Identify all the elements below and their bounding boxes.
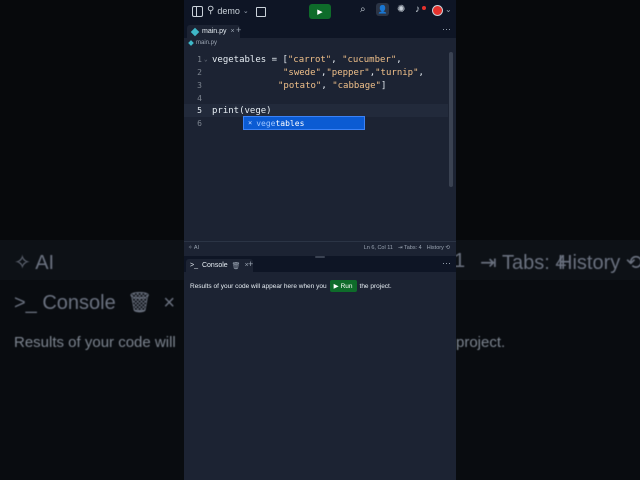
console-tabs: >_ Console 🗑 × + ⋯ xyxy=(184,258,456,272)
breadcrumb-file[interactable]: main.py xyxy=(196,40,217,46)
console-message-after: the project. xyxy=(359,282,392,290)
project-name: demo xyxy=(217,5,240,16)
tab-icon: ⇥ xyxy=(397,245,403,251)
code-text: vegetables = ["carrot", "cucumber", xyxy=(212,54,402,65)
code-text: print(vege) xyxy=(212,105,272,116)
extensions-icon[interactable]: ✺ xyxy=(397,4,405,15)
add-pane-button[interactable]: + xyxy=(248,259,253,269)
top-bar: ⚲ demo ⌄ ▶ ⌕ 👤 ✺ ♪ ⌄ xyxy=(184,0,456,24)
project-switcher[interactable]: ⚲ demo ⌄ xyxy=(207,5,249,16)
add-tab-button[interactable]: + xyxy=(236,25,241,35)
trash-icon[interactable]: 🗑 xyxy=(232,262,241,270)
line-number: 2 xyxy=(197,68,202,77)
bell-icon[interactable]: ♪ xyxy=(415,4,420,15)
code-line: 3 "potato", "cabbage"] xyxy=(184,79,448,92)
fold-chevron-icon[interactable]: ⌄ xyxy=(204,56,208,63)
bg-tabs-label: ⇥ Tabs: 4 xyxy=(480,252,567,274)
bg-ai-label: ✧ AI xyxy=(14,252,55,274)
bg-message-right: project. xyxy=(456,334,506,351)
avatar[interactable] xyxy=(432,5,443,16)
code-editor[interactable]: 1 ⌄ vegetables = ["carrot", "cucumber", … xyxy=(184,52,456,240)
more-icon[interactable]: ⋯ xyxy=(442,258,451,269)
line-number: 4 xyxy=(197,94,202,103)
chevron-down-icon: ⌄ xyxy=(242,7,249,15)
bg-console-label: >_ Console 🗑 × + xyxy=(14,292,204,314)
run-button[interactable]: ▶ xyxy=(309,4,331,19)
indent-setting[interactable]: ⇥ Tabs: 4 xyxy=(398,245,422,251)
bg-message-left: Results of your code will xyxy=(14,334,176,351)
play-icon: ▶ xyxy=(333,283,339,290)
editor-scrollbar[interactable] xyxy=(449,52,453,187)
file-tabs: main.py × + ⋯ xyxy=(184,24,456,38)
search-icon[interactable]: ⌕ xyxy=(360,4,366,15)
console-message-before: Results of your code will appear here wh… xyxy=(190,282,327,290)
status-bar: ✧ AI Ln 6, Col 11 ⇥ Tabs: 4 History ⟲ xyxy=(184,241,456,256)
sidebar-toggle-icon[interactable] xyxy=(192,6,203,17)
notification-dot xyxy=(422,6,426,10)
console-placeholder: Results of your code will appear here wh… xyxy=(190,280,392,292)
inline-run-button[interactable]: ▶ Run xyxy=(329,280,357,292)
code-text: "swede","pepper","turnip", xyxy=(283,67,424,78)
code-text: "potato", "cabbage"] xyxy=(278,80,387,91)
bg-history-label: History ⟲ xyxy=(558,252,640,274)
console-output[interactable]: Results of your code will appear here wh… xyxy=(184,272,456,480)
tab-main-py[interactable]: main.py × xyxy=(187,25,240,38)
terminal-icon: >_ xyxy=(190,262,198,269)
code-line: 1 ⌄ vegetables = ["carrot", "cucumber", xyxy=(184,53,448,66)
cursor-position[interactable]: Ln 6, Col 11 xyxy=(364,245,393,251)
history-button[interactable]: History ⟲ xyxy=(427,245,450,251)
variable-icon: × xyxy=(248,119,253,127)
replit-window: ⚲ demo ⌄ ▶ ⌕ 👤 ✺ ♪ ⌄ main.py × + ⋯ main.… xyxy=(184,0,456,480)
python-file-icon xyxy=(188,40,194,46)
line-number: 3 xyxy=(197,81,202,90)
invite-user-icon[interactable]: 👤 xyxy=(376,3,389,16)
status-right: Ln 6, Col 11 ⇥ Tabs: 4 History ⟲ xyxy=(364,245,450,251)
line-number: 1 xyxy=(197,55,202,64)
chevron-down-icon[interactable]: ⌄ xyxy=(445,5,452,14)
console-tab-label: Console xyxy=(201,262,228,269)
code-line: 2 "swede","pepper","turnip", xyxy=(184,66,448,79)
line-number: 6 xyxy=(197,119,202,128)
more-icon[interactable]: ⋯ xyxy=(442,24,451,35)
tab-label: main.py xyxy=(202,28,227,35)
python-file-icon xyxy=(190,27,200,36)
tab-console[interactable]: >_ Console 🗑 × xyxy=(186,259,253,272)
ai-icon: ✧ xyxy=(188,245,193,251)
history-icon: ⟲ xyxy=(445,245,450,251)
close-icon[interactable]: × xyxy=(231,28,235,35)
project-icon: ⚲ xyxy=(207,5,215,16)
autocomplete-suggestion[interactable]: × vegetables xyxy=(243,116,365,130)
ai-button[interactable]: ✧ AI xyxy=(188,245,199,251)
breadcrumb: main.py xyxy=(188,40,217,46)
line-number: 5 xyxy=(197,106,202,115)
layout-icon[interactable] xyxy=(256,7,266,17)
suggestion-text: vegetables xyxy=(256,118,305,128)
